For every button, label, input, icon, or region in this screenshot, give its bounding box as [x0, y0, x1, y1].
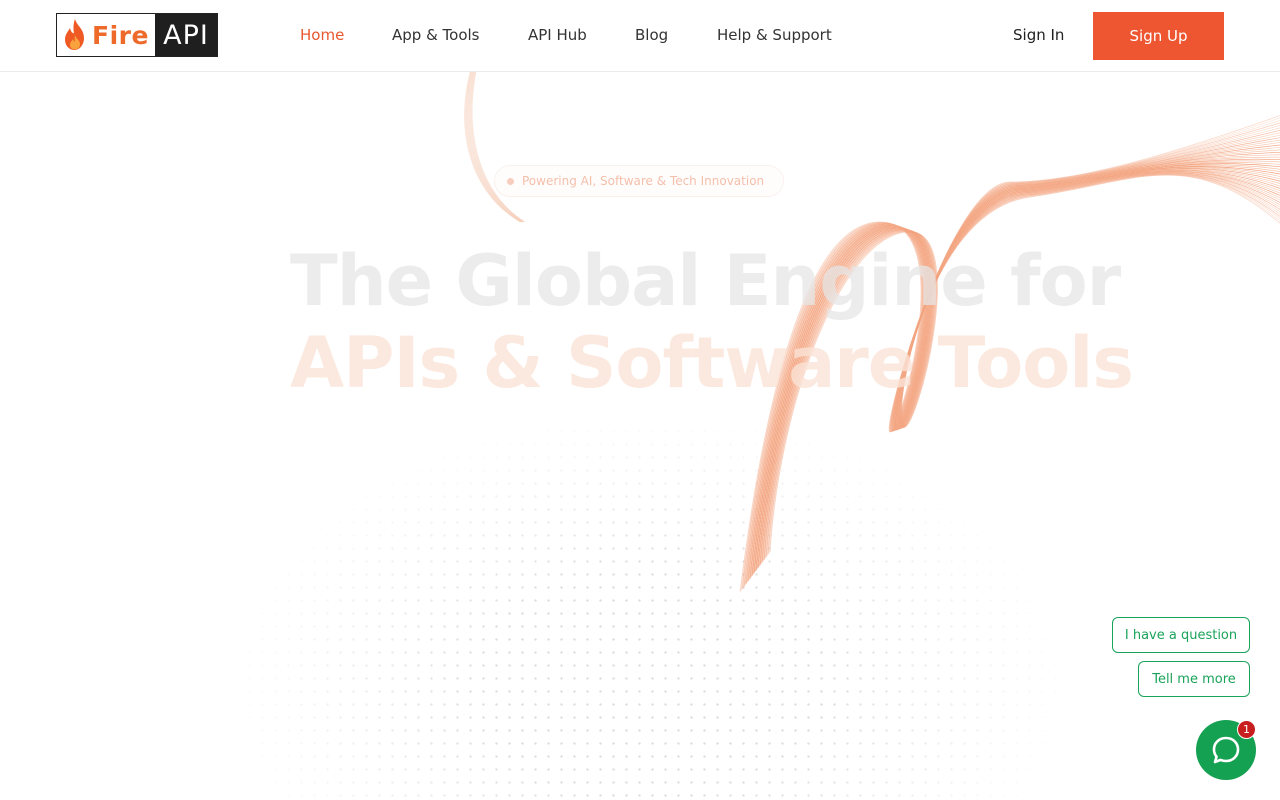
chat-bubble-icon	[1212, 736, 1240, 764]
nav-home[interactable]: Home	[300, 26, 344, 44]
nav-help-support[interactable]: Help & Support	[717, 26, 832, 44]
hero-badge: Powering AI, Software & Tech Innovation	[494, 165, 784, 197]
unread-count-badge: 1	[1237, 720, 1256, 739]
sign-in-link[interactable]: Sign In	[1013, 26, 1064, 44]
hero-badge-text: Powering AI, Software & Tech Innovation	[522, 174, 765, 188]
sign-up-button[interactable]: Sign Up	[1093, 12, 1224, 60]
hero-section: Powering AI, Software & Tech Innovation …	[0, 72, 1280, 800]
badge-dot-icon	[507, 177, 514, 185]
logo-api-text: API	[155, 14, 217, 56]
hero-headline-line1: The Global Engine for	[290, 240, 1121, 322]
fireapi-logo[interactable]: Fire API	[56, 13, 218, 57]
flame-icon	[65, 19, 84, 50]
logo-fire-part: Fire	[57, 14, 155, 56]
site-header: Fire API Home App & Tools API Hub Blog H…	[0, 0, 1280, 72]
hero-headline-line2: APIs & Software Tools	[290, 322, 1134, 404]
nav-blog[interactable]: Blog	[635, 26, 668, 44]
nav-api-hub[interactable]: API Hub	[528, 26, 587, 44]
quick-reply-question[interactable]: I have a question	[1112, 617, 1250, 653]
logo-fire-text: Fire	[92, 20, 149, 50]
nav-app-tools[interactable]: App & Tools	[392, 26, 480, 44]
quick-reply-tell-more[interactable]: Tell me more	[1138, 661, 1250, 697]
